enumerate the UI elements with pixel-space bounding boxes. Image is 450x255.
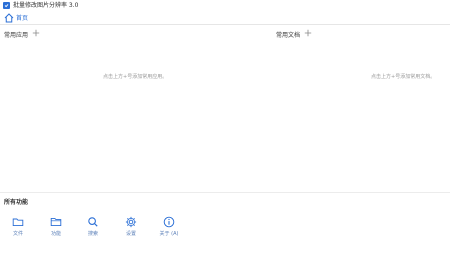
section-divider bbox=[0, 192, 450, 193]
search-button[interactable]: 搜索 bbox=[78, 216, 108, 237]
add-frequent-app-button[interactable] bbox=[32, 29, 40, 40]
frequent-apps-header: 常用应用 bbox=[4, 29, 40, 40]
title-bar: 批量修改图片分辨率 3.0 bbox=[0, 0, 450, 11]
file-button-label: 文件 bbox=[12, 231, 23, 237]
plus-icon bbox=[304, 29, 312, 37]
settings-button[interactable]: 设置 bbox=[116, 216, 146, 237]
tab-home[interactable]: 首页 bbox=[2, 11, 30, 24]
file-icon bbox=[12, 216, 24, 228]
tab-bar: 首页 bbox=[0, 11, 450, 25]
file-button[interactable]: 文件 bbox=[3, 216, 33, 237]
app-window: 批量修改图片分辨率 3.0 首页 常用应用 点击上方+号添加常用应用。 常用文档… bbox=[0, 0, 450, 255]
frequent-docs-empty-text: 点击上方+号添加常用文档。 bbox=[371, 74, 436, 80]
home-icon bbox=[4, 8, 14, 27]
gear-icon bbox=[125, 216, 137, 228]
about-button-label: 关于 (A) bbox=[159, 231, 179, 237]
search-icon bbox=[87, 216, 99, 228]
frequent-docs-header: 常用文档 bbox=[276, 29, 312, 40]
frequent-apps-title: 常用应用 bbox=[4, 32, 29, 39]
function-button[interactable]: 功能 bbox=[41, 216, 71, 237]
tab-home-label: 首页 bbox=[16, 15, 29, 22]
function-button-label: 功能 bbox=[50, 231, 61, 237]
frequent-docs-title: 常用文档 bbox=[276, 32, 301, 39]
settings-button-label: 设置 bbox=[125, 231, 136, 237]
add-frequent-doc-button[interactable] bbox=[304, 29, 312, 40]
about-button[interactable]: 关于 (A) bbox=[154, 216, 184, 237]
plus-icon bbox=[32, 29, 40, 37]
search-button-label: 搜索 bbox=[87, 231, 98, 237]
all-functions-title: 所有功能 bbox=[4, 199, 29, 206]
frequent-apps-empty-text: 点击上方+号添加常用应用。 bbox=[103, 74, 168, 80]
folder-icon bbox=[50, 216, 62, 228]
info-icon bbox=[163, 216, 175, 228]
app-title: 批量修改图片分辨率 3.0 bbox=[13, 2, 79, 9]
